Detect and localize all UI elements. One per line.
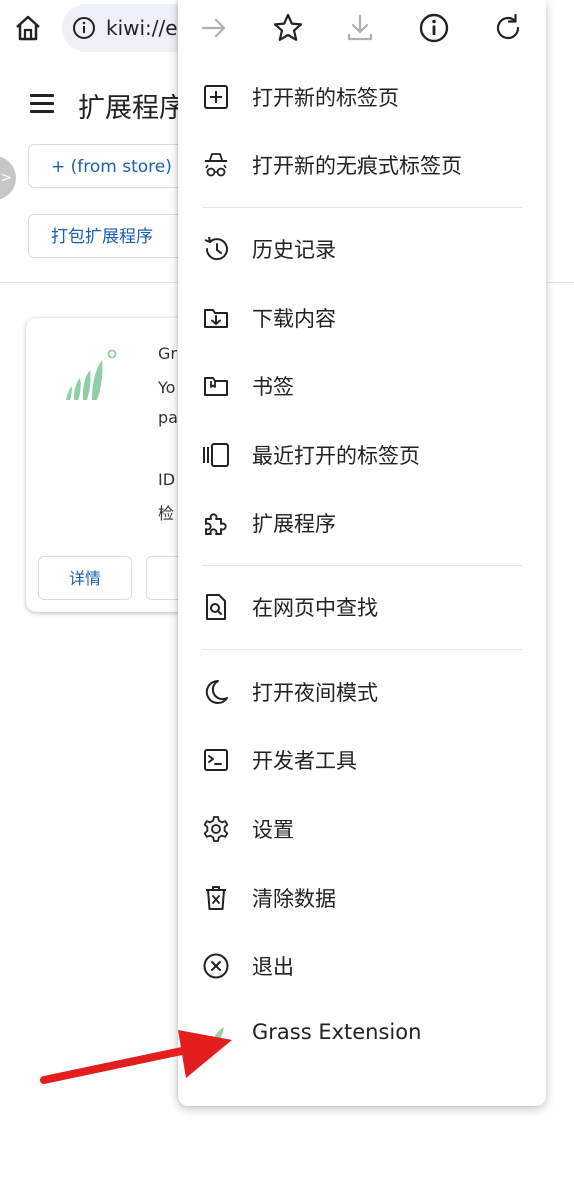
red-arrow-annotation — [40, 1030, 232, 1084]
